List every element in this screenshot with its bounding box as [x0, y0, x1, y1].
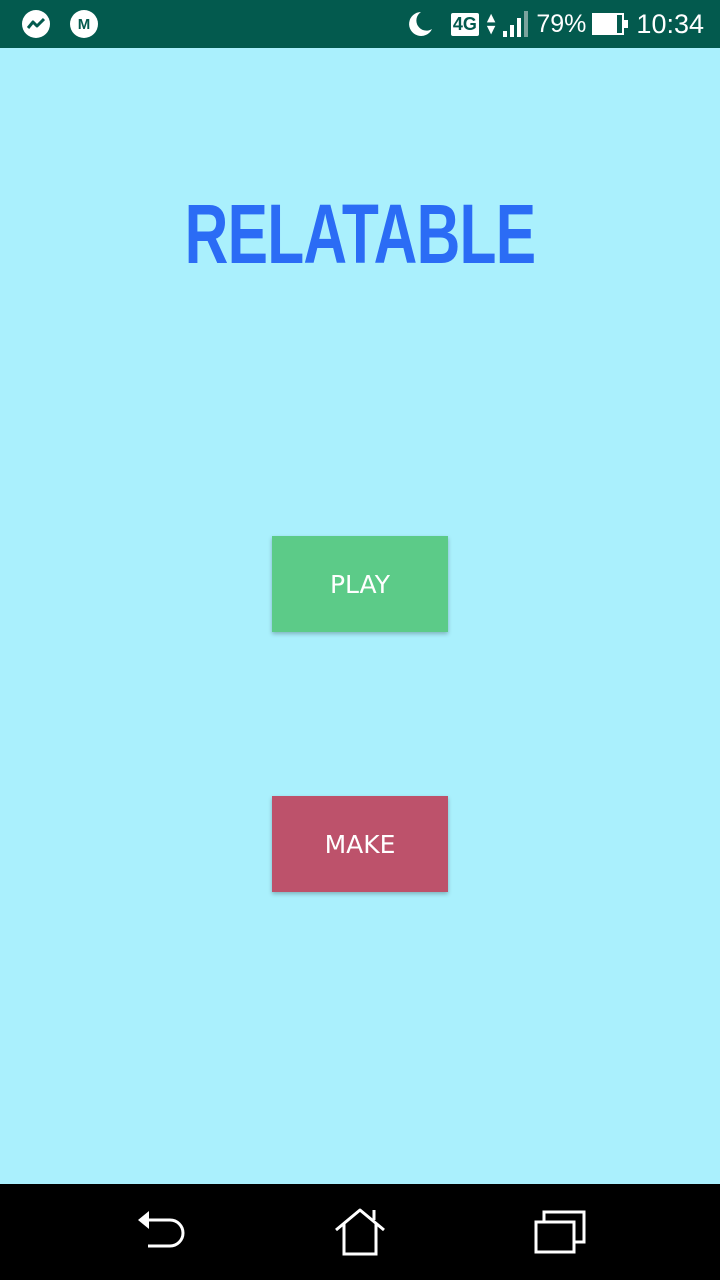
gmail-icon: M	[70, 10, 98, 38]
recents-button[interactable]	[532, 1206, 588, 1258]
make-button[interactable]: MAKE	[272, 796, 448, 892]
back-icon	[138, 1211, 185, 1248]
notification-area: M	[22, 10, 98, 38]
messenger-icon	[22, 10, 50, 38]
home-icon	[335, 1208, 385, 1256]
home-button[interactable]	[332, 1206, 388, 1258]
system-indicators: 4G ▲ ▼ 79% 10:34	[397, 0, 704, 48]
status-clock: 10:34	[636, 8, 704, 39]
play-button[interactable]: PLAY	[272, 536, 448, 632]
signal-strength-icon	[503, 11, 529, 37]
do-not-disturb-moon-icon	[408, 12, 432, 36]
data-activity-icon: ▲ ▼	[486, 11, 496, 36]
app-title: RELATABLE	[184, 187, 536, 281]
battery-icon	[592, 13, 629, 35]
make-button-label: MAKE	[324, 829, 396, 859]
app-screen: M 4G ▲ ▼ 79% 10:34 RELATABLE PLAY MAKE	[0, 0, 720, 1280]
battery-percentage: 79%	[536, 9, 587, 38]
status-bar: M 4G ▲ ▼ 79% 10:34	[0, 0, 720, 48]
recents-icon	[534, 1210, 586, 1254]
back-button[interactable]	[132, 1206, 188, 1258]
play-button-label: PLAY	[329, 569, 390, 599]
navigation-bar	[0, 1184, 720, 1280]
network-type-badge: 4G	[450, 12, 479, 36]
